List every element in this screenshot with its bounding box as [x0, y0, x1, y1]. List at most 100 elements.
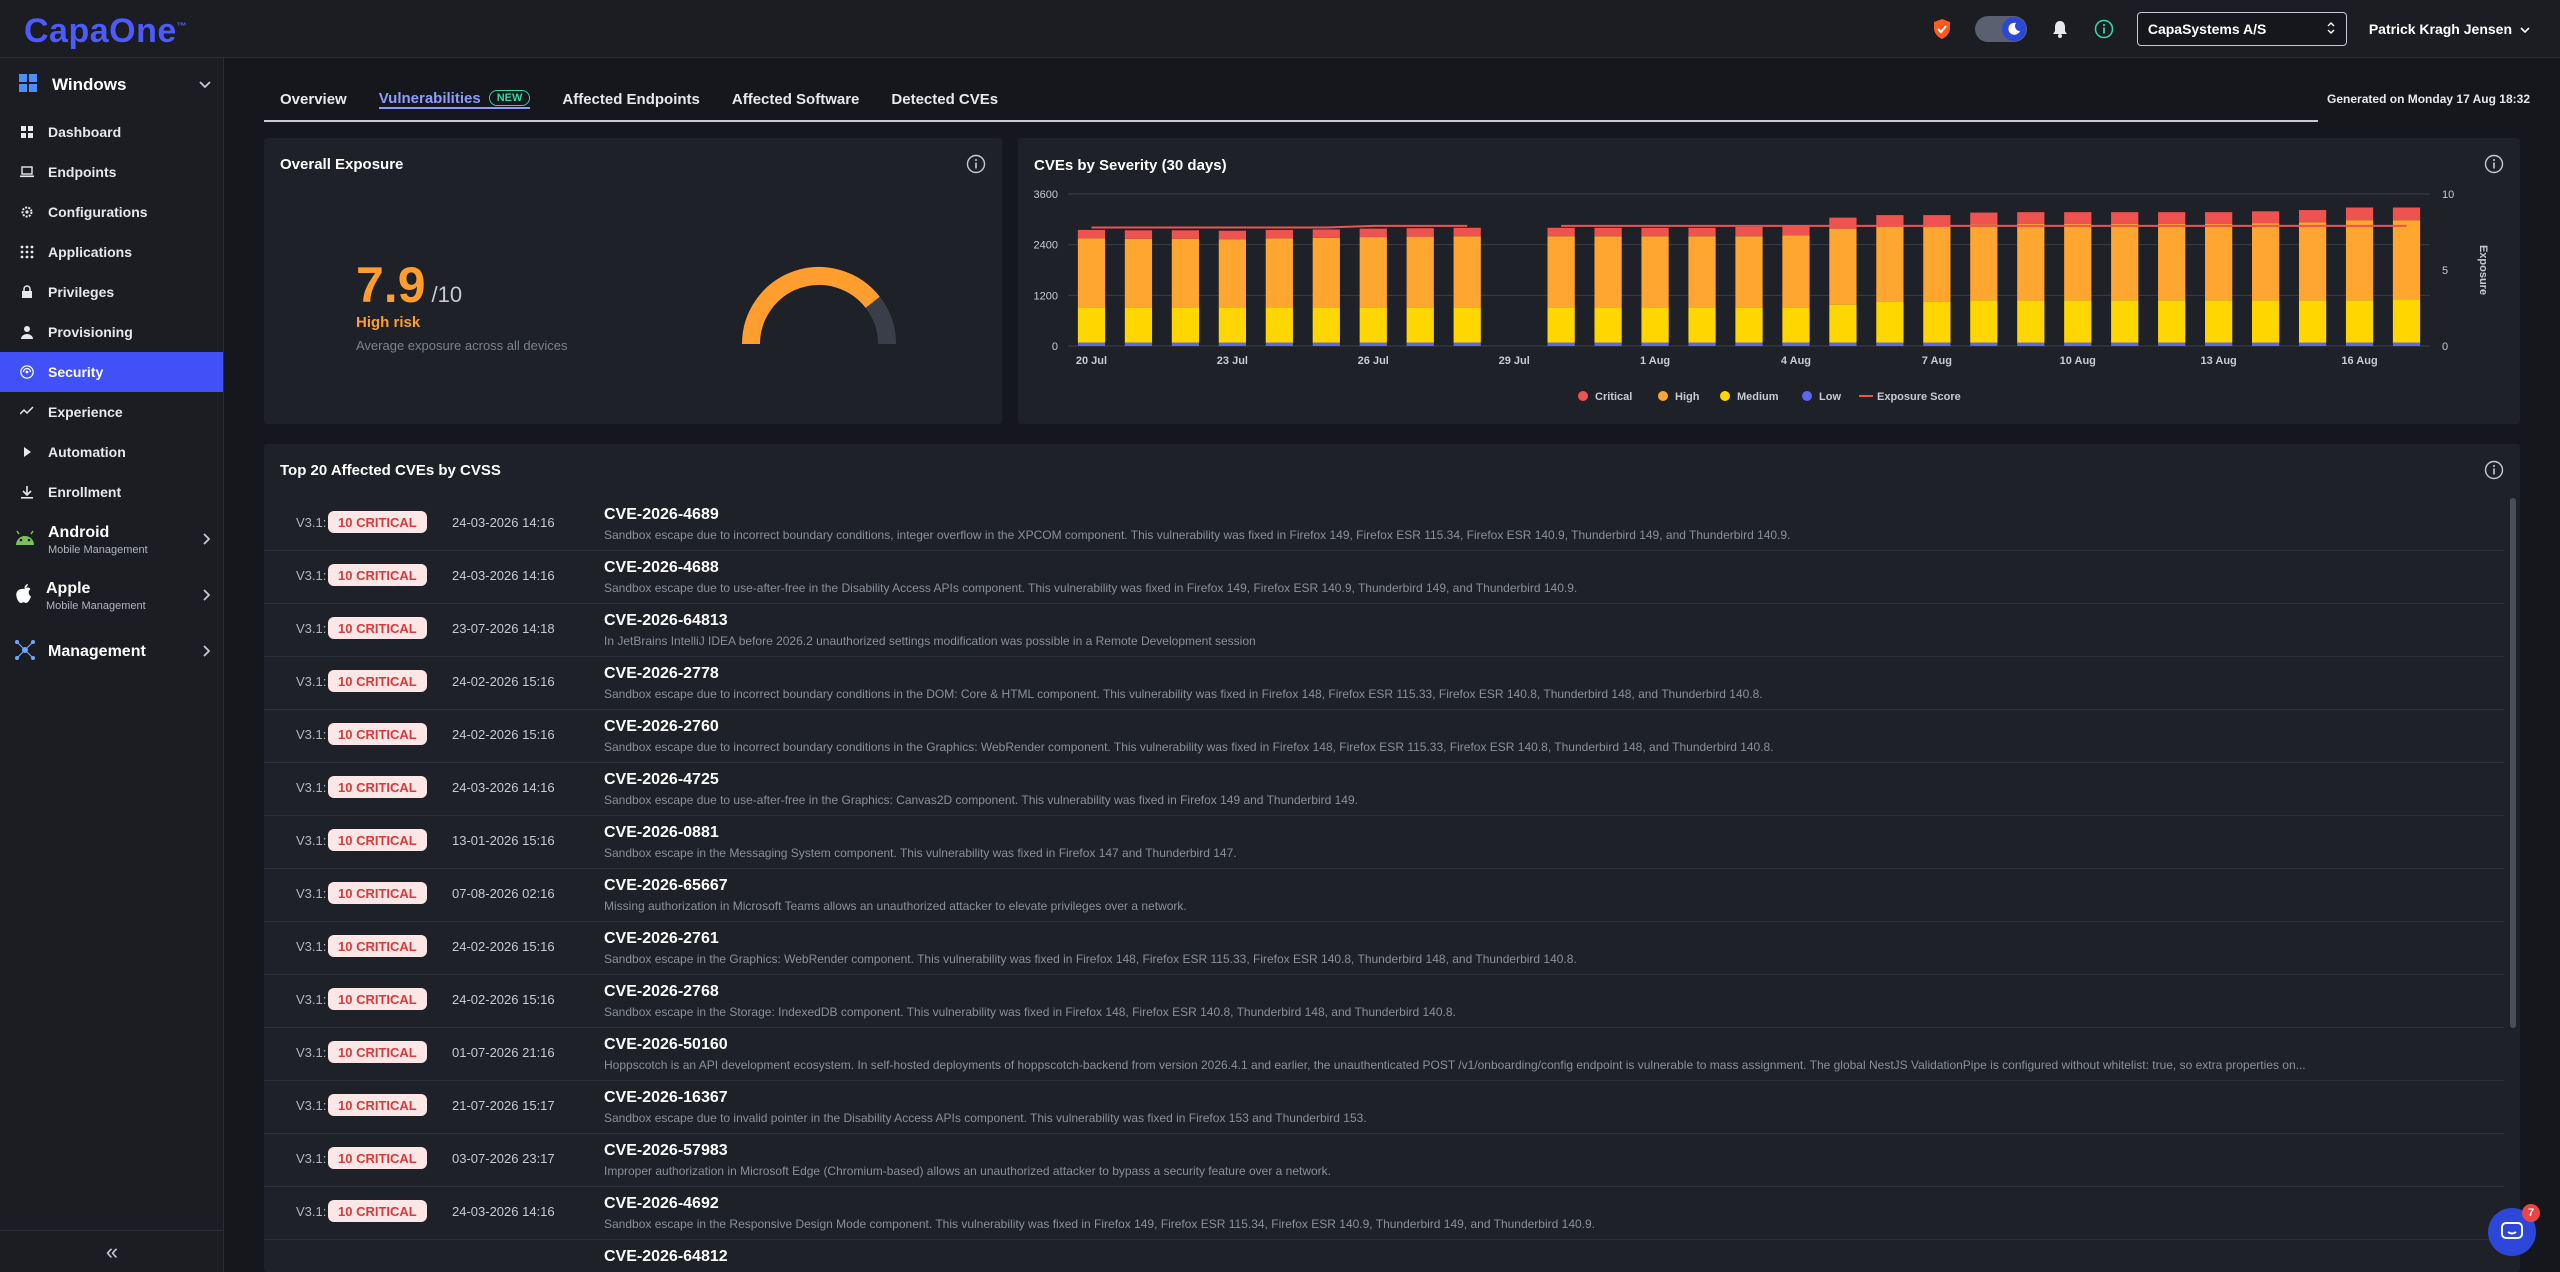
bar-medium[interactable] — [2205, 300, 2233, 343]
table-row[interactable]: V3.1: 10 CRITICAL 03-07-2026 23:17 CVE-2026… — [264, 1134, 2504, 1187]
bar-medium[interactable] — [1829, 304, 1857, 343]
bar-low[interactable] — [1453, 342, 1481, 346]
bar-high[interactable] — [1735, 236, 1763, 308]
bar-medium[interactable] — [1876, 301, 1904, 343]
bar-critical[interactable] — [2064, 212, 2092, 224]
bar-high[interactable] — [1077, 238, 1106, 308]
collapse-sidebar-button[interactable]: « — [0, 1230, 224, 1272]
info-icon[interactable] — [2484, 460, 2504, 480]
cve-id[interactable]: CVE-2026-16367 — [604, 1089, 728, 1107]
cve-id[interactable]: CVE-2026-4692 — [604, 1195, 719, 1213]
bar-critical[interactable] — [2158, 212, 2186, 224]
bar-high[interactable] — [2392, 220, 2421, 300]
cve-id[interactable]: CVE-2026-2761 — [604, 930, 719, 948]
bar-low[interactable] — [1735, 342, 1763, 346]
tab-overview[interactable]: Overview — [280, 91, 347, 108]
sidebar-item-automation[interactable]: Automation — [0, 432, 223, 472]
bar-critical[interactable] — [2392, 207, 2421, 221]
bar-medium[interactable] — [2392, 299, 2421, 343]
bar-low[interactable] — [1077, 342, 1106, 346]
legend-item-exposure-score[interactable]: Exposure Score — [1859, 391, 1961, 403]
platform-android[interactable]: Android Mobile Management — [0, 512, 223, 568]
sidebar-item-configurations[interactable]: Configurations — [0, 192, 223, 232]
bar-low[interactable] — [1782, 342, 1810, 346]
bar-critical[interactable] — [1218, 230, 1246, 240]
bar-critical[interactable] — [2017, 212, 2045, 224]
bar-low[interactable] — [1923, 342, 1951, 346]
cve-id[interactable]: CVE-2026-2778 — [604, 665, 719, 683]
bar-medium[interactable] — [1124, 308, 1153, 343]
bar-critical[interactable] — [1876, 215, 1904, 227]
bar-high[interactable] — [1547, 236, 1575, 308]
bar-high[interactable] — [1923, 226, 1951, 302]
tab-affected-endpoints[interactable]: Affected Endpoints — [562, 91, 700, 108]
bar-medium[interactable] — [1265, 308, 1293, 343]
bar-low[interactable] — [1171, 342, 1200, 346]
bar-high[interactable] — [1688, 236, 1716, 308]
bar-low[interactable] — [1970, 342, 1998, 346]
bar-medium[interactable] — [1312, 308, 1340, 343]
bar-medium[interactable] — [1688, 308, 1716, 343]
bar-low[interactable] — [2064, 342, 2092, 346]
bar-critical[interactable] — [1077, 229, 1106, 239]
sidebar-item-endpoints[interactable]: Endpoints — [0, 152, 223, 192]
cve-id[interactable]: CVE-2026-65667 — [604, 877, 728, 895]
capaone-logo[interactable]: CapaOne™ — [24, 12, 187, 51]
scrollbar[interactable] — [2510, 498, 2516, 1028]
user-menu[interactable]: Patrick Kragh Jensen — [2369, 21, 2530, 37]
tab-affected-software[interactable]: Affected Software — [732, 91, 860, 108]
bar-low[interactable] — [1641, 342, 1669, 346]
bar-critical[interactable] — [1124, 230, 1153, 239]
cve-id[interactable]: CVE-2026-4688 — [604, 559, 719, 577]
bar-high[interactable] — [2252, 223, 2280, 301]
bar-low[interactable] — [2205, 342, 2233, 346]
legend-item-medium[interactable]: Medium — [1720, 391, 1779, 403]
cve-id[interactable]: CVE-2026-50160 — [604, 1036, 728, 1054]
table-row[interactable]: V3.1: 10 CRITICAL 24-02-2026 15:16 CVE-2026… — [264, 657, 2504, 710]
table-row[interactable]: V3.1: 10 CRITICAL 13-01-2026 15:16 CVE-2026… — [264, 816, 2504, 869]
bar-high[interactable] — [1406, 236, 1434, 308]
table-row[interactable]: V3.1: 10 CRITICAL 24-03-2026 14:16 CVE-2026… — [264, 763, 2504, 816]
bar-low[interactable] — [1312, 342, 1340, 346]
table-row[interactable]: V3.1: 10 CRITICAL 23-07-2026 14:18 CVE-2026… — [264, 604, 2504, 657]
bar-high[interactable] — [1970, 224, 1998, 301]
bar-high[interactable] — [2298, 222, 2327, 301]
bar-medium[interactable] — [2158, 300, 2186, 343]
chat-button[interactable]: 7 — [2488, 1204, 2540, 1256]
bar-low[interactable] — [1594, 342, 1622, 346]
bar-medium[interactable] — [1782, 308, 1810, 343]
cve-id[interactable]: CVE-2026-4689 — [604, 506, 719, 524]
bar-low[interactable] — [2158, 342, 2186, 346]
cve-id[interactable]: CVE-2026-2768 — [604, 983, 719, 1001]
table-row[interactable]: V3.1: 10 CRITICAL 07-08-2026 02:16 CVE-2026… — [264, 869, 2504, 922]
table-row[interactable]: V3.1: 10 CRITICAL 24-03-2026 14:16 CVE-2026… — [264, 498, 2504, 551]
bar-critical[interactable] — [2252, 211, 2280, 224]
bar-medium[interactable] — [1453, 308, 1481, 343]
bar-high[interactable] — [1876, 226, 1904, 302]
bar-critical[interactable] — [1735, 226, 1763, 237]
platform-management[interactable]: Management — [0, 624, 223, 680]
table-row[interactable]: V3.1: 10 CRITICAL 01-07-2026 21:16 CVE-2026… — [264, 1028, 2504, 1081]
bar-critical[interactable] — [2345, 207, 2374, 221]
bar-critical[interactable] — [1547, 227, 1575, 237]
sidebar-item-dashboard[interactable]: Dashboard — [0, 112, 223, 152]
bar-low[interactable] — [1829, 342, 1857, 346]
bar-medium[interactable] — [2017, 300, 2045, 343]
table-row[interactable]: V3.1: 10 CRITICAL 21-07-2026 15:17 CVE-2026… — [264, 1081, 2504, 1134]
bar-medium[interactable] — [2345, 300, 2374, 343]
bar-high[interactable] — [1171, 238, 1200, 308]
cve-id[interactable]: CVE-2026-64812 — [604, 1248, 728, 1266]
bar-critical[interactable] — [1829, 217, 1857, 229]
bar-critical[interactable] — [1641, 227, 1669, 237]
bar-high[interactable] — [1312, 237, 1340, 308]
bar-low[interactable] — [1547, 342, 1575, 346]
bar-low[interactable] — [2252, 342, 2280, 346]
legend-item-high[interactable]: High — [1658, 391, 1700, 403]
company-select[interactable]: CapaSystems A/S — [2136, 12, 2347, 46]
info-icon[interactable] — [2484, 154, 2504, 174]
bar-high[interactable] — [2017, 223, 2045, 301]
bar-low[interactable] — [1359, 342, 1387, 346]
bar-medium[interactable] — [1970, 300, 1998, 343]
bar-medium[interactable] — [2298, 300, 2327, 343]
table-row[interactable]: V3.1: 10 CRITICAL 24-03-2026 14:16 CVE-2026… — [264, 551, 2504, 604]
